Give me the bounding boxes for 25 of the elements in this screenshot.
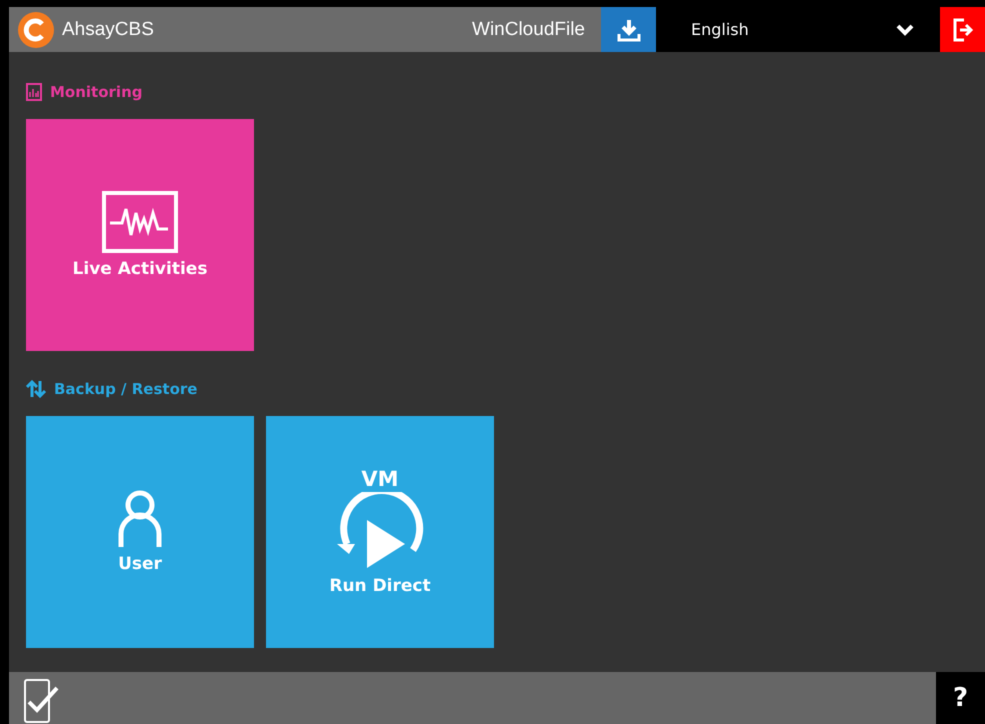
section-title: Monitoring	[50, 83, 142, 101]
chart-document-icon	[26, 83, 42, 101]
host-name: WinCloudFile	[472, 18, 586, 40]
logo-icon	[18, 12, 54, 48]
tile-label: User	[118, 554, 162, 574]
tile[interactable]: User	[26, 416, 254, 648]
logout-button[interactable]	[940, 7, 985, 52]
download-icon	[616, 18, 640, 42]
section-title: Backup / Restore	[54, 380, 198, 398]
tile[interactable]: Live Activities	[26, 119, 254, 351]
brand-name: AhsayCBS	[62, 18, 154, 40]
tile-label: Live Activities	[72, 259, 208, 279]
heartbeat-monitor-icon	[102, 191, 178, 253]
tile[interactable]: VM Run Direct	[266, 416, 494, 648]
logout-icon	[952, 18, 974, 42]
language-dropdown[interactable]: English	[656, 7, 940, 52]
tile-label: Run Direct	[329, 576, 431, 596]
help-button[interactable]: ?	[936, 672, 985, 724]
phone-check-icon	[23, 676, 61, 724]
up-down-arrows-icon	[26, 380, 46, 398]
chevron-down-icon	[896, 24, 914, 36]
tile-caption: VM	[361, 468, 399, 490]
user-icon	[118, 490, 162, 548]
download-button[interactable]	[601, 7, 656, 52]
play-restore-icon	[335, 492, 425, 570]
